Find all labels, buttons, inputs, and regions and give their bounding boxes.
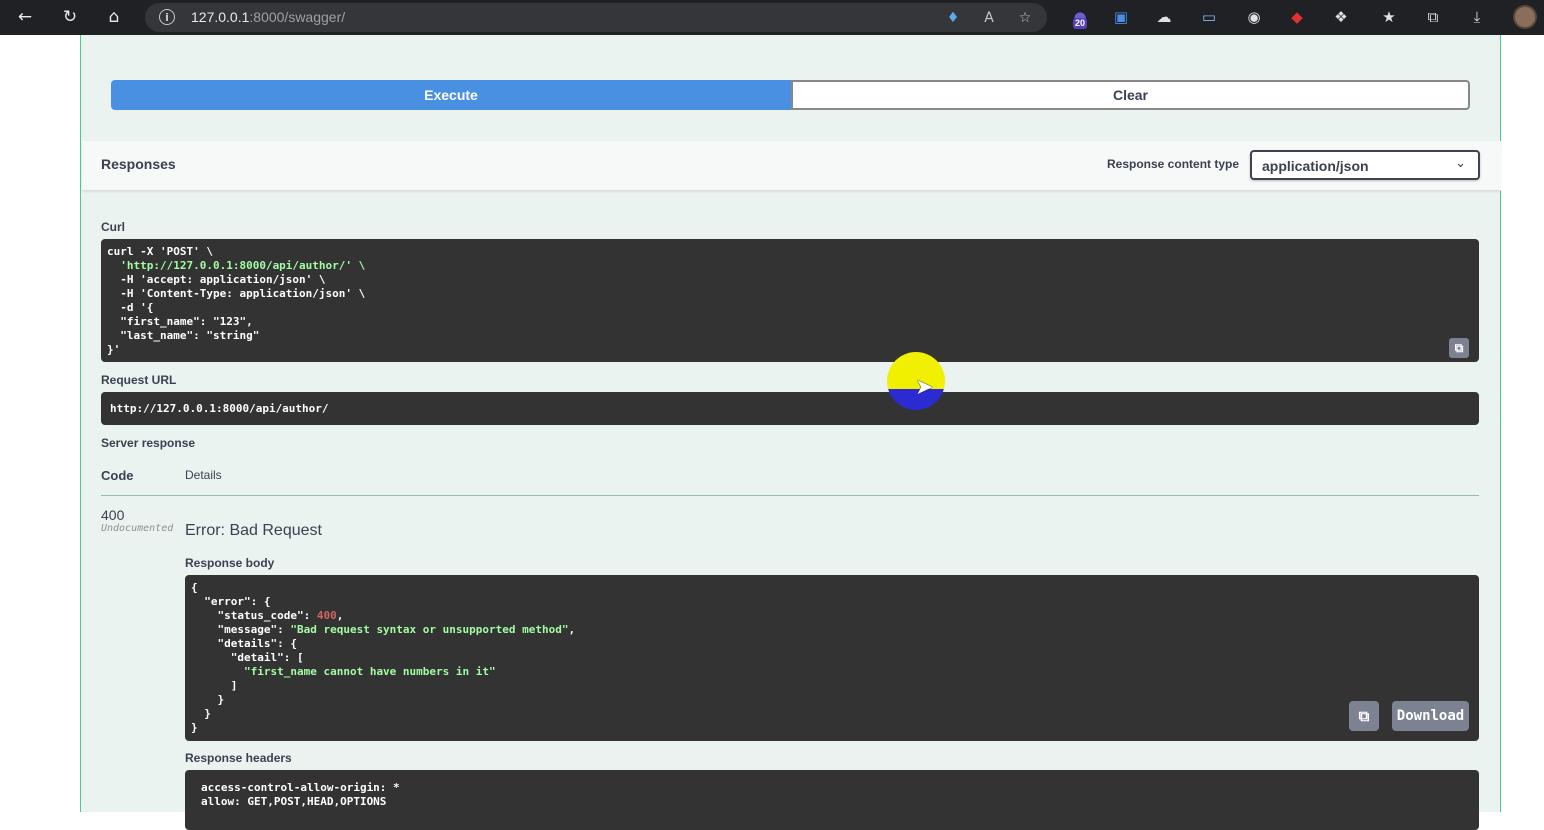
undocumented-label: Undocumented	[101, 523, 174, 534]
request-url-value: http://127.0.0.1:8000/api/author/	[110, 402, 329, 415]
header-line: allow: GET,POST,HEAD,OPTIONS	[201, 795, 387, 808]
reload-icon[interactable]: ↻	[57, 5, 83, 29]
curl-label: Curl	[101, 220, 125, 234]
url-path: :8000/swagger/	[249, 9, 346, 25]
cloud-icon[interactable]: ☁	[1153, 6, 1175, 28]
curl-line: curl -X 'POST' \	[107, 245, 213, 258]
response-headers-block[interactable]: access-control-allow-origin: * allow: GE…	[185, 770, 1479, 830]
curl-line: -d '{	[107, 301, 154, 314]
json-detail-item: first_name cannot have numbers in it	[250, 665, 490, 678]
red-extension-icon[interactable]: ◆	[1286, 6, 1308, 28]
puzzle-icon[interactable]: ❖	[1330, 6, 1352, 28]
curl-line: -H 'accept: application/json' \	[107, 273, 326, 286]
translate-icon[interactable]: ▣	[1110, 6, 1132, 28]
server-response-label: Server response	[101, 436, 196, 450]
favorites-icon[interactable]: ★	[1378, 6, 1400, 28]
content-type-value: application/json	[1262, 158, 1369, 174]
extension-badge: 20	[1073, 18, 1088, 29]
tag-icon[interactable]: ♦	[943, 8, 963, 28]
error-title: Error: Bad Request	[185, 522, 322, 539]
operation-block: Execute Clear Responses Response content…	[80, 35, 1501, 830]
back-icon[interactable]: ←	[12, 5, 38, 29]
info-icon[interactable]: i	[159, 9, 175, 25]
cast-icon[interactable]: ▭	[1198, 6, 1220, 28]
address-bar[interactable]: i 127.0.0.1:8000/swagger/ ♦ A ☆	[145, 3, 1047, 32]
curl-code-block[interactable]: curl -X 'POST' \ 'http://127.0.0.1:8000/…	[101, 239, 1479, 362]
response-content-type-label: Response content type	[1107, 157, 1240, 171]
clear-button[interactable]: Clear	[791, 80, 1470, 110]
address-url[interactable]: 127.0.0.1:8000/swagger/	[191, 9, 345, 25]
request-url-label: Request URL	[101, 373, 177, 387]
request-url-block[interactable]: http://127.0.0.1:8000/api/author/	[101, 392, 1479, 425]
json-status-code: 400	[316, 609, 337, 622]
home-icon[interactable]: ⌂	[101, 5, 127, 29]
response-body-label: Response body	[185, 556, 275, 570]
avatar[interactable]	[1513, 5, 1537, 29]
json-message: Bad request syntax or unsupported method	[296, 623, 562, 636]
copy-curl-icon[interactable]: ⧉	[1449, 338, 1469, 358]
response-body-json: { "error": { "status_code": 400, "messag…	[191, 581, 576, 734]
response-headers-text: access-control-allow-origin: * allow: GE…	[201, 781, 400, 809]
response-body-block[interactable]: { "error": { "status_code": 400, "messag…	[185, 575, 1479, 741]
mouse-cursor-icon: ➤	[915, 375, 934, 400]
status-code: 400	[101, 507, 125, 523]
globe-icon[interactable]: ◉	[1243, 6, 1265, 28]
code-column-header: Code	[101, 468, 134, 483]
table-divider	[101, 495, 1479, 496]
browser-toolbar: ← ↻ ⌂ i 127.0.0.1:8000/swagger/ ♦ A ☆ ● …	[0, 0, 1544, 35]
favorite-add-icon[interactable]: ☆	[1015, 8, 1035, 28]
chevron-down-icon: ⌄	[1455, 156, 1466, 171]
details-column-header: Details	[185, 468, 222, 482]
response-headers-label: Response headers	[185, 751, 292, 765]
url-host: 127.0.0.1	[191, 9, 250, 25]
copy-response-icon[interactable]: ⧉	[1349, 701, 1379, 731]
responses-title: Responses	[101, 156, 176, 172]
header-line: access-control-allow-origin: *	[201, 781, 400, 794]
curl-line: }'	[107, 343, 121, 356]
download-button[interactable]: Download	[1392, 701, 1469, 731]
execute-wrapper: Execute Clear	[111, 80, 1470, 110]
curl-line: -H 'Content-Type: application/json' \	[107, 287, 366, 300]
responses-header: Responses Response content type applicat…	[82, 141, 1501, 191]
read-aloud-icon[interactable]: A	[979, 8, 999, 28]
curl-line: "last_name": "string"	[107, 329, 260, 342]
collections-icon[interactable]: ⧉	[1422, 6, 1444, 28]
swagger-page: Execute Clear Responses Response content…	[0, 35, 1544, 830]
download-icon[interactable]: ⤓	[1466, 6, 1488, 28]
curl-line: 'http://127.0.0.1:8000/api/author/' \	[107, 259, 366, 272]
response-content-type-select[interactable]: application/json ⌄	[1250, 150, 1480, 180]
execute-button[interactable]: Execute	[111, 80, 791, 110]
curl-line: "first_name": "123",	[107, 315, 253, 328]
curl-command: curl -X 'POST' \ 'http://127.0.0.1:8000/…	[107, 245, 365, 357]
